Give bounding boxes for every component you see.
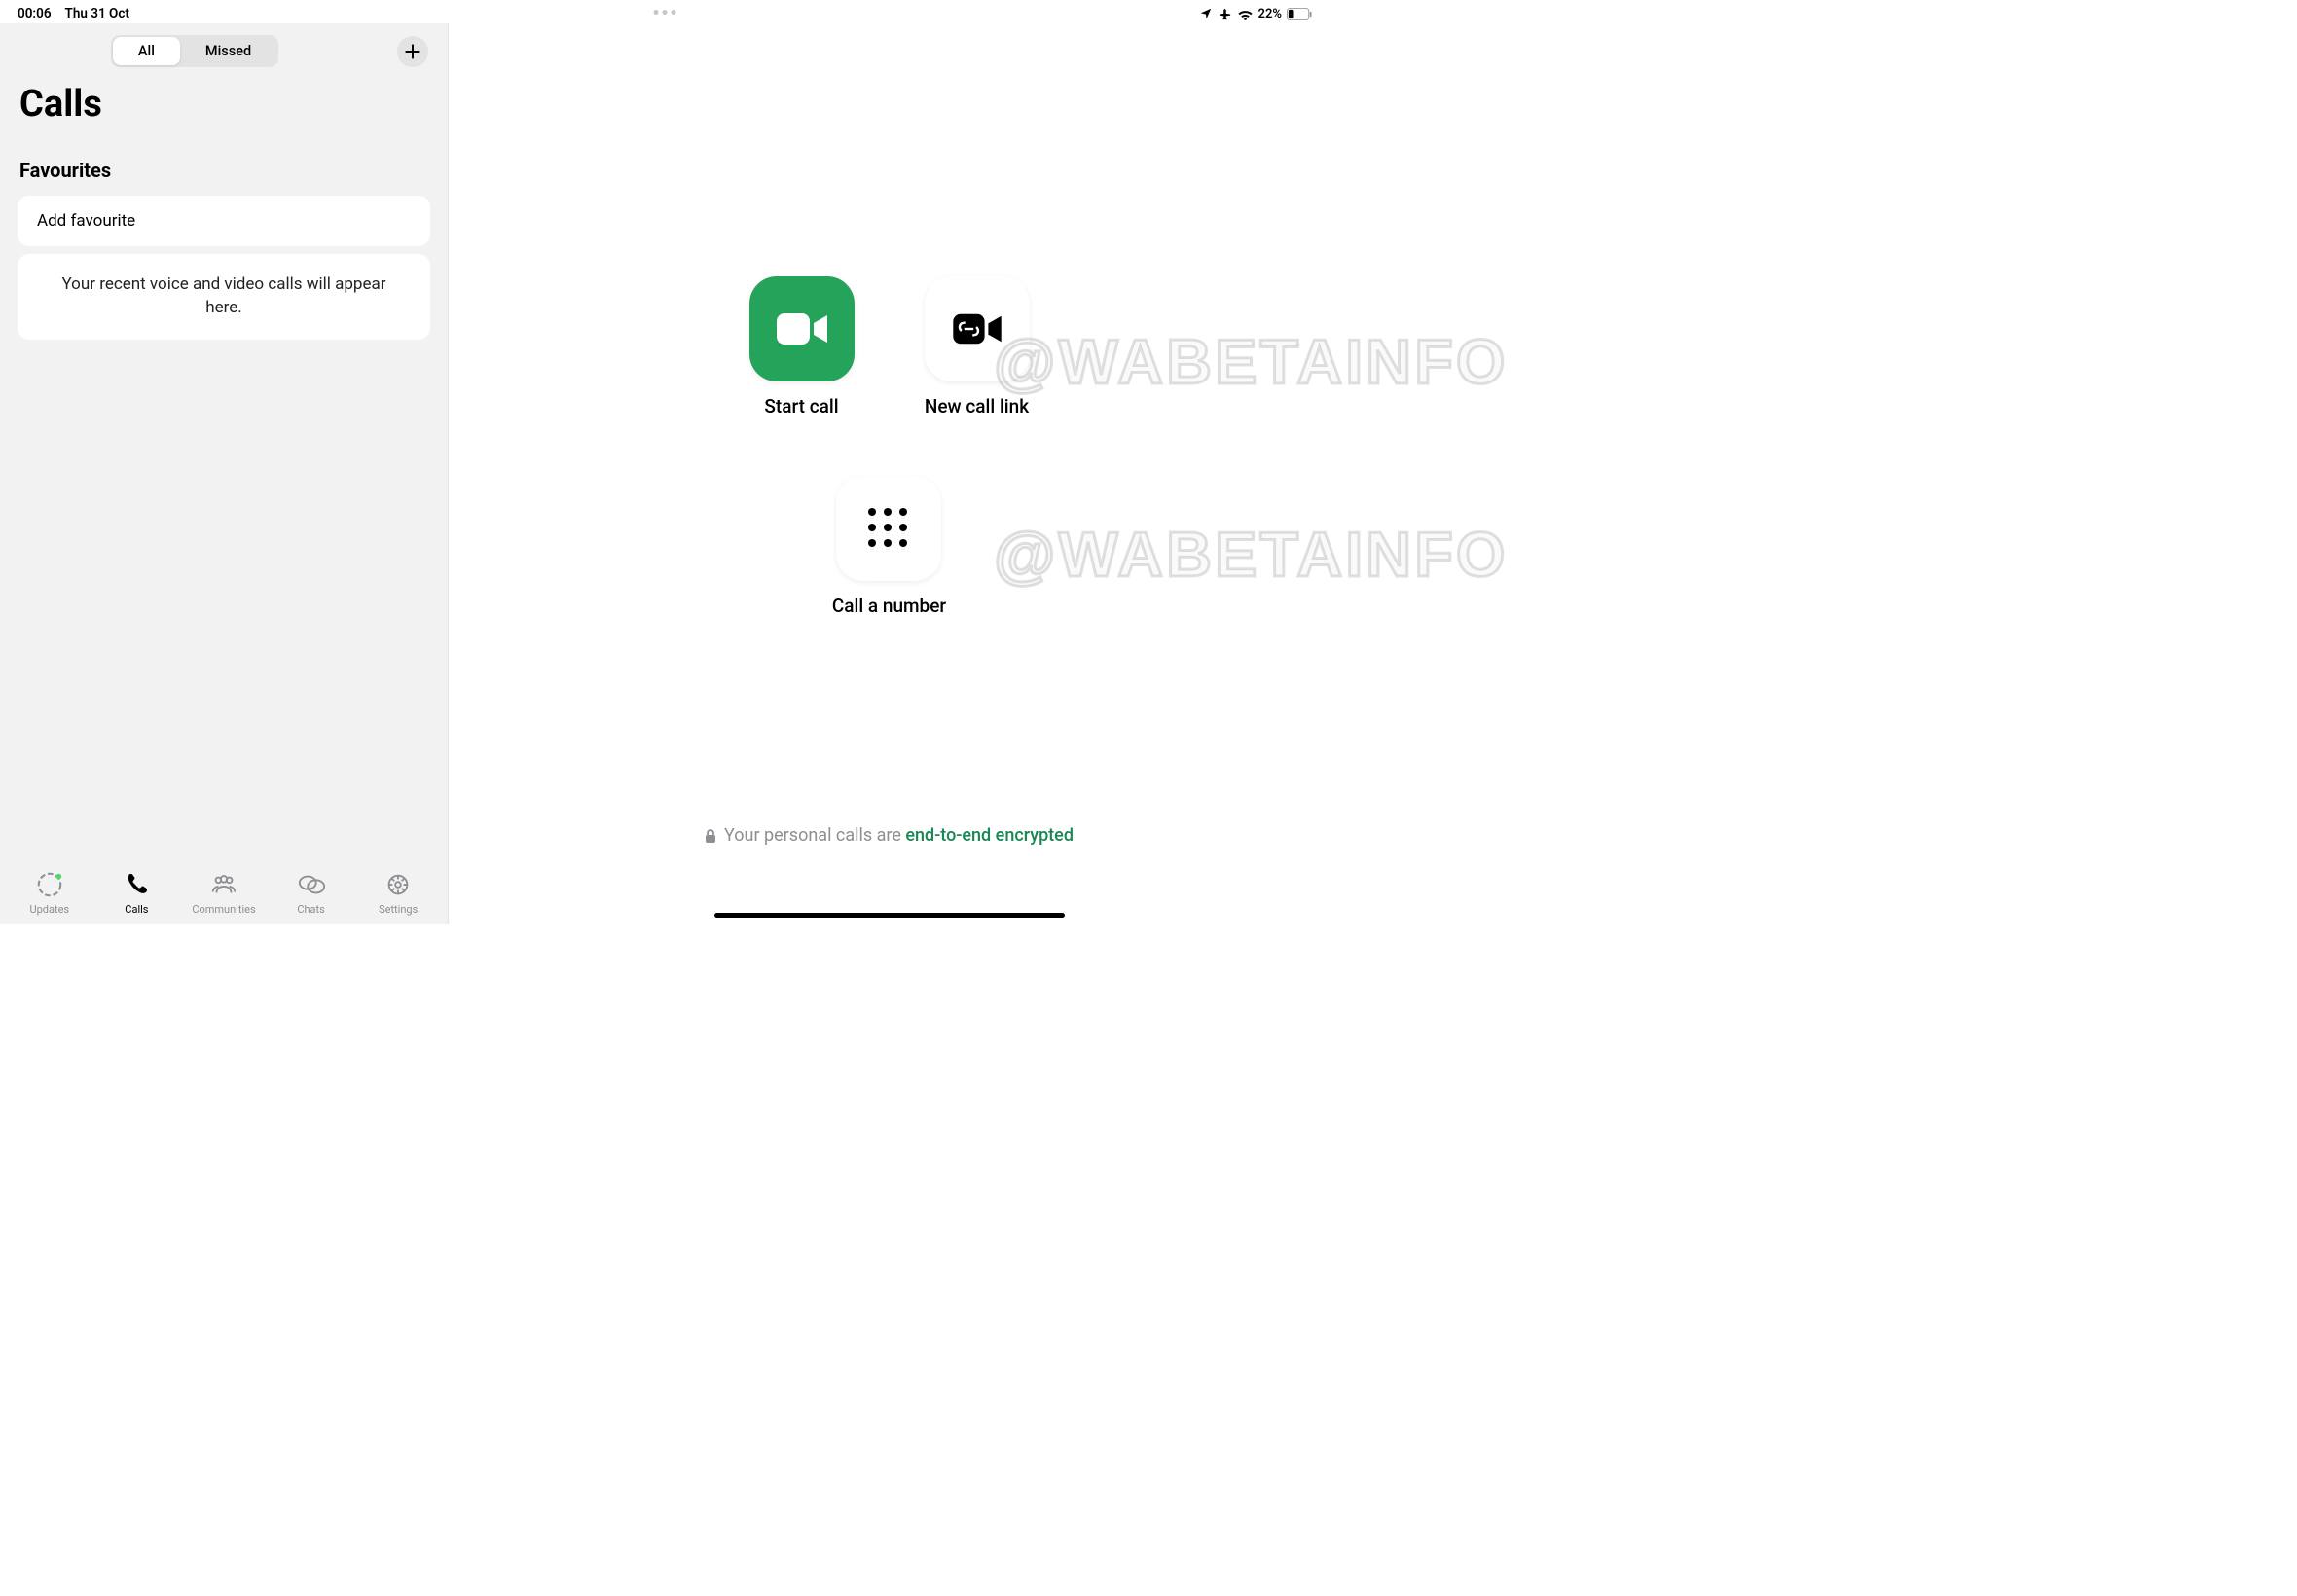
plus-icon (403, 42, 422, 61)
status-bar: 00:06 Thu 31 Oct 22% (0, 0, 1330, 23)
seg-missed[interactable]: Missed (180, 37, 276, 65)
lock-icon (705, 829, 716, 843)
new-call-link-label: New call link (925, 395, 1029, 417)
section-favourites: Favourites (0, 139, 448, 192)
tab-updates-label: Updates (29, 903, 69, 916)
battery-percent: 22% (1258, 7, 1282, 21)
tab-communities-label: Communities (192, 903, 255, 916)
phone-icon (122, 870, 151, 899)
start-call-button[interactable]: Start call (749, 276, 855, 417)
add-favourite-row[interactable]: Add favourite (18, 196, 430, 246)
status-date: Thu 31 Oct (65, 6, 129, 21)
start-call-label: Start call (764, 395, 838, 417)
settings-icon (383, 870, 413, 899)
tab-chats[interactable]: Chats (273, 870, 350, 916)
home-indicator[interactable] (714, 913, 1065, 918)
battery-icon (1287, 8, 1312, 20)
airplane-icon (1218, 7, 1232, 21)
tab-calls-label: Calls (125, 903, 148, 916)
chats-icon (297, 870, 326, 899)
tab-bar: Updates Calls Communities Chats Settings (0, 864, 448, 924)
seg-all[interactable]: All (113, 37, 180, 65)
segmented-control: All Missed (111, 35, 278, 67)
call-a-number-button[interactable]: Call a number (832, 476, 946, 617)
watermark: @WABETAINFO (994, 518, 1508, 591)
updates-icon (35, 870, 64, 899)
call-a-number-label: Call a number (832, 595, 946, 617)
tab-updates[interactable]: Updates (11, 870, 89, 916)
content-area: @WABETAINFO @WABETAINFO Start call New c… (449, 23, 1330, 924)
page-title: Calls (0, 75, 448, 139)
communities-icon (209, 870, 238, 899)
tab-settings[interactable]: Settings (359, 870, 437, 916)
sidebar: All Missed Calls Favourites Add favourit… (0, 23, 449, 924)
dialpad-icon (868, 508, 909, 549)
wifi-icon (1237, 8, 1254, 20)
encryption-notice[interactable]: Your personal calls are end-to-end encry… (705, 825, 1074, 846)
status-time: 00:06 (18, 6, 52, 21)
tab-chats-label: Chats (297, 903, 324, 916)
footer-encrypted: end-to-end encrypted (905, 825, 1074, 846)
watermark: @WABETAINFO (994, 325, 1508, 398)
video-icon (775, 309, 829, 348)
tab-settings-label: Settings (379, 903, 418, 916)
multitasking-dots-icon[interactable] (654, 10, 676, 15)
tab-communities[interactable]: Communities (185, 870, 263, 916)
new-call-button[interactable] (397, 36, 428, 67)
footer-prefix: Your personal calls are (724, 825, 905, 846)
empty-calls-message: Your recent voice and video calls will a… (18, 254, 430, 340)
tab-calls[interactable]: Calls (97, 870, 175, 916)
location-icon (1199, 7, 1213, 20)
